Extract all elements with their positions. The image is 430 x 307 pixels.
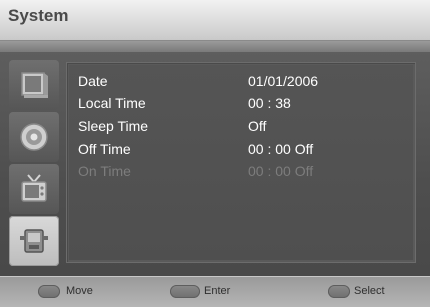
hint-enter: Enter: [170, 285, 260, 299]
hint-label: Move: [66, 285, 93, 297]
setting-label: Sleep Time: [78, 118, 149, 134]
sidebar-item-sound[interactable]: [9, 112, 59, 162]
tv-icon: [21, 174, 47, 202]
title-bar: System: [0, 0, 430, 41]
speaker-icon: [20, 123, 48, 151]
hint-move: Move: [38, 285, 118, 299]
setting-row-sleep-time[interactable]: Sleep Time Off: [78, 116, 408, 138]
move-button-icon: [38, 285, 60, 298]
setup-icon: [20, 229, 48, 253]
sidebar-item-channel[interactable]: [9, 164, 59, 214]
setting-row-date[interactable]: Date 01/01/2006: [78, 71, 408, 93]
hint-select: Select: [328, 285, 418, 299]
setting-value: 00 : 00 Off: [248, 163, 314, 179]
sidebar-item-picture[interactable]: [9, 60, 59, 110]
header-band: [0, 41, 430, 52]
setting-value: 00 : 00 Off: [248, 141, 314, 157]
select-button-icon: [328, 285, 350, 298]
enter-button-icon: [170, 285, 200, 298]
sidebar-item-system[interactable]: [9, 216, 59, 266]
setting-value: 00 : 38: [248, 95, 291, 111]
setting-label: Off Time: [78, 141, 131, 157]
hint-label: Select: [354, 285, 385, 297]
button-hint-bar: Move Enter Select: [0, 276, 430, 307]
setting-value: 01/01/2006: [248, 73, 319, 89]
monitor-icon: [21, 72, 48, 98]
setting-label: Date: [78, 73, 108, 89]
menu-sidebar: [9, 60, 61, 266]
setting-label: On Time: [78, 163, 131, 179]
setting-value: Off: [248, 118, 267, 134]
hint-label: Enter: [204, 285, 231, 297]
setting-label: Local Time: [78, 95, 146, 111]
setting-row-local-time[interactable]: Local Time 00 : 38: [78, 93, 408, 115]
setting-row-off-time[interactable]: Off Time 00 : 00 Off: [78, 139, 408, 161]
page-title: System: [8, 6, 69, 25]
tv-system-menu: System Date 01/01/2006 Local Time 00: 3…: [0, 0, 430, 307]
setting-row-on-time: On Time 00 : 00 Off: [78, 161, 408, 183]
